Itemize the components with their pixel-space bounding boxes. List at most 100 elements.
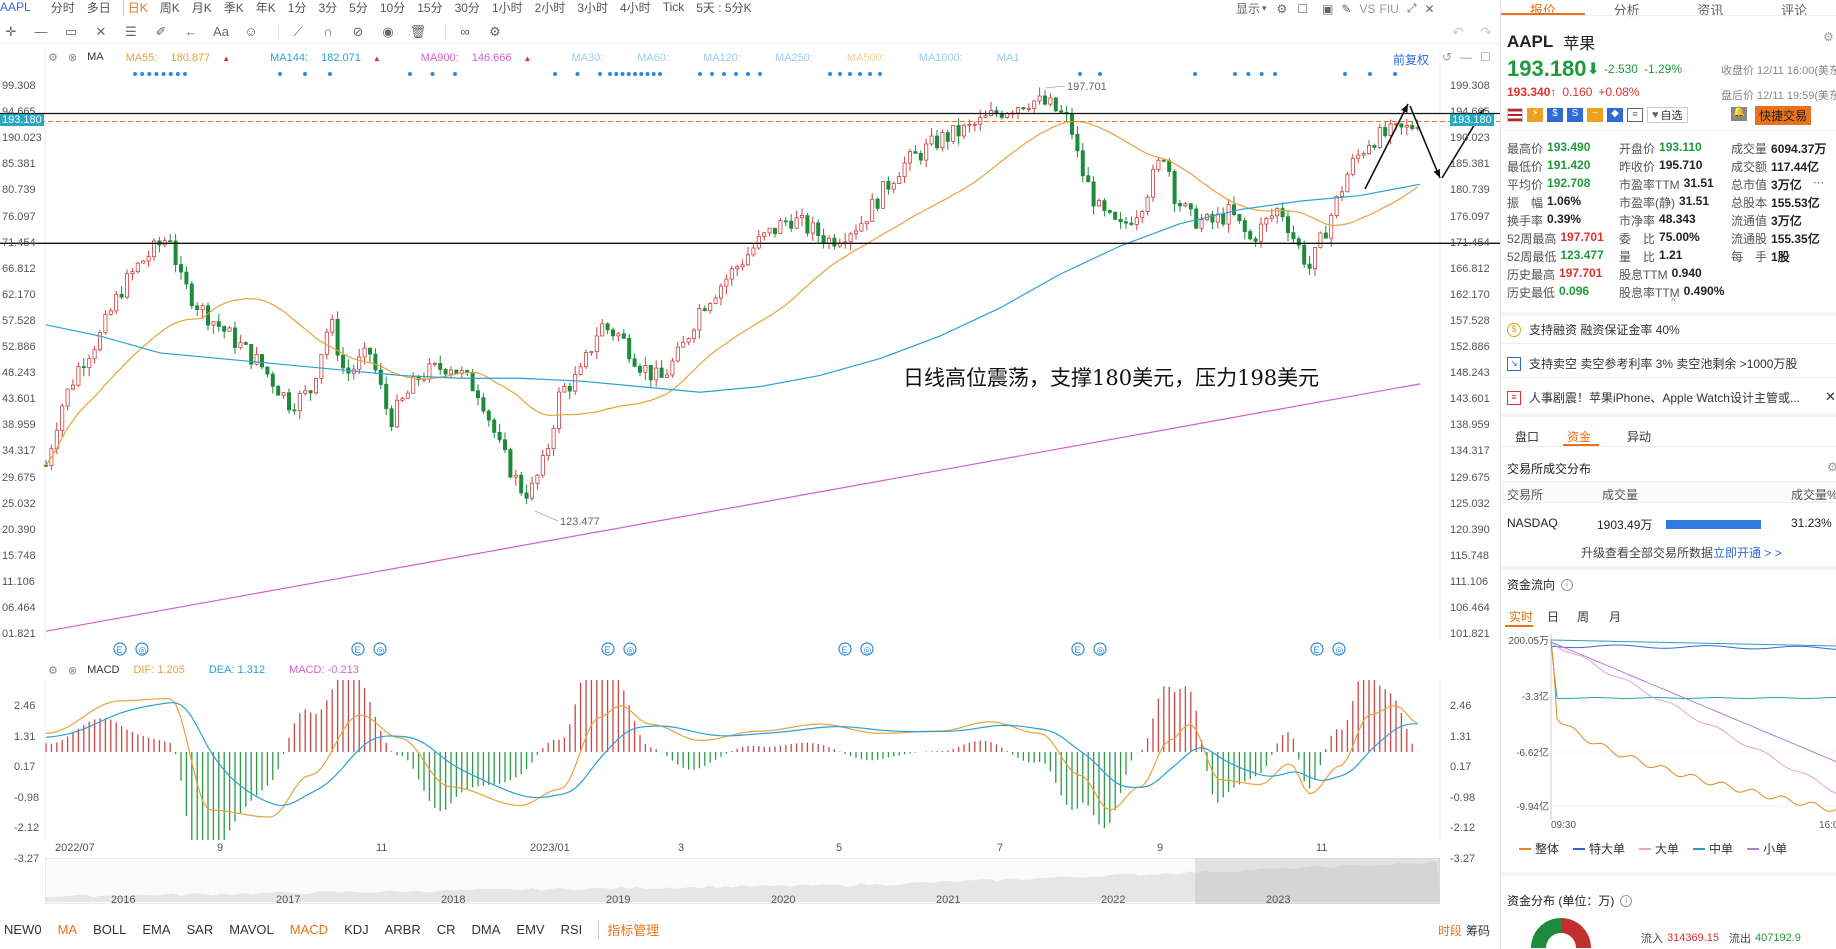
indicator-tab-8[interactable]: ARBR <box>385 922 421 937</box>
event-dot[interactable] <box>848 72 852 76</box>
event-dot[interactable] <box>1193 72 1197 76</box>
earnings-marker-icon[interactable]: ◎ <box>623 642 637 656</box>
fast-trade-button[interactable]: 快捷交易 <box>1755 106 1812 125</box>
tag-icon[interactable]: ◆ <box>1607 108 1623 122</box>
ruler-icon[interactable]: ⟋ <box>287 23 309 41</box>
period-tab-19[interactable]: 5天 : 5分K <box>696 0 751 16</box>
period-tab-8[interactable]: 1分 <box>288 0 307 16</box>
event-dot[interactable] <box>608 72 612 76</box>
news-notice[interactable]: ≡ 人事剧震！苹果iPhone、Apple Watch设计主管或... <box>1507 389 1800 406</box>
layout-icon[interactable]: ☐ <box>1297 2 1308 16</box>
margin-notice[interactable]: $ 支持融资 融资保证金率 40% <box>1507 321 1680 338</box>
info-icon[interactable]: i <box>1620 894 1633 907</box>
chips-tab[interactable]: 筹码 <box>1466 922 1490 939</box>
flow-tab-1[interactable]: 日 <box>1547 608 1559 625</box>
earnings-marker-icon[interactable]: ◎ <box>1093 642 1107 656</box>
collapse-icon[interactable]: ^ <box>1671 297 1676 308</box>
period-tab-5[interactable]: 月K <box>192 0 212 16</box>
indicator-tab-4[interactable]: SAR <box>186 922 213 937</box>
event-dot[interactable] <box>620 72 625 76</box>
doc-icon[interactable]: ≡ <box>1627 108 1643 122</box>
event-dot[interactable] <box>858 72 862 76</box>
event-dot[interactable] <box>154 72 159 76</box>
indicator-tab-12[interactable]: RSI <box>561 922 583 937</box>
fib-tool-icon[interactable]: ☰ <box>120 23 142 41</box>
chart-badge-icon[interactable]: ~ <box>1587 108 1603 122</box>
text-tool-icon[interactable]: Aa <box>210 23 232 41</box>
event-dot[interactable] <box>147 72 152 76</box>
sub-tab-1[interactable]: 资金 <box>1567 428 1591 445</box>
indicator-tab-0[interactable]: NEW0 <box>4 922 42 937</box>
undo-icon[interactable]: ↶ <box>1452 24 1464 41</box>
period-tab-10[interactable]: 5分 <box>349 0 368 16</box>
candlestick-chart[interactable]: 197.701 123.477 E ◎ E ◎ E ◎ E ◎ E ◎ E ◎ <box>0 44 1500 664</box>
short-notice[interactable]: ↘ 支持卖空 卖空参考利率 3% 卖空池剩余 >1000万股 <box>1507 355 1797 372</box>
event-dot[interactable] <box>161 72 166 76</box>
sub-tab-2[interactable]: 异动 <box>1627 428 1651 445</box>
period-tab-2[interactable]: 多日 <box>87 0 111 16</box>
indicator-tab-2[interactable]: BOLL <box>93 922 126 937</box>
link-icon[interactable]: ∞ <box>454 23 476 41</box>
event-dot[interactable] <box>183 72 187 76</box>
period-tab-1[interactable]: 分时 <box>51 0 75 16</box>
indicator-tab-1[interactable]: MA <box>58 922 78 937</box>
period-tab-14[interactable]: 1小时 <box>492 0 523 16</box>
flow-legend-item[interactable]: 大单 <box>1639 840 1679 857</box>
event-dot[interactable] <box>734 72 738 76</box>
indicator-tab-10[interactable]: DMA <box>472 922 501 937</box>
options-icon[interactable]: $ <box>1547 108 1563 122</box>
flow-legend-item[interactable]: 小单 <box>1747 840 1787 857</box>
close-icon[interactable]: ✕ <box>1825 389 1836 405</box>
panel-tab-2[interactable]: 资讯 <box>1669 0 1753 18</box>
event-dot[interactable] <box>1233 72 1237 76</box>
flow-legend-item[interactable]: 中单 <box>1693 840 1733 857</box>
overview-window[interactable] <box>1195 858 1440 904</box>
fullscreen-icon[interactable]: ⤢ <box>1407 1 1417 16</box>
gear-icon[interactable]: ⚙ <box>48 664 58 677</box>
flow-legend-item[interactable]: 特大单 <box>1573 840 1625 857</box>
overview-navigator[interactable] <box>45 858 1440 904</box>
period-tab-0[interactable]: AAPL <box>0 0 31 14</box>
event-dot[interactable] <box>1078 72 1082 76</box>
event-dot[interactable] <box>598 72 602 76</box>
earnings-marker-icon[interactable]: ◎ <box>860 642 874 656</box>
period-tab-16[interactable]: 3小时 <box>577 0 608 16</box>
panel-tab-1[interactable]: 分析 <box>1585 0 1669 18</box>
event-dot[interactable] <box>1259 72 1264 76</box>
earnings-marker-icon[interactable]: E <box>1310 642 1324 656</box>
event-dot[interactable] <box>658 72 662 76</box>
indicator-tab-11[interactable]: EMV <box>516 922 544 937</box>
gear-icon[interactable]: ⚙ <box>1827 460 1836 474</box>
line-tool-icon[interactable]: — <box>30 23 52 41</box>
earnings-marker-icon[interactable]: E <box>601 642 615 656</box>
event-dot[interactable] <box>645 72 650 76</box>
event-dot[interactable] <box>633 72 637 76</box>
event-dot[interactable] <box>868 72 872 76</box>
period-tab-4[interactable]: 周K <box>160 0 180 16</box>
magnet-icon[interactable]: ∩ <box>317 23 339 41</box>
event-dot[interactable] <box>838 72 842 76</box>
period-tab-6[interactable]: 季K <box>224 0 244 16</box>
event-dot[interactable] <box>1368 72 1372 76</box>
period-tab-9[interactable]: 3分 <box>318 0 337 16</box>
flow-tab-3[interactable]: 月 <box>1609 608 1621 625</box>
flow-legend-item[interactable]: 整体 <box>1519 840 1559 857</box>
panel-tab-0[interactable]: 报价 <box>1501 0 1585 18</box>
event-dot[interactable] <box>746 72 750 76</box>
chevron-down-icon[interactable]: ▾ <box>1262 3 1267 14</box>
earnings-marker-icon[interactable]: ◎ <box>373 642 387 656</box>
earnings-marker-icon[interactable]: ◎ <box>135 642 149 656</box>
trash-icon[interactable]: 🗑 <box>407 23 429 41</box>
event-dot[interactable] <box>1098 72 1102 76</box>
sub-tab-0[interactable]: 盘口 <box>1515 428 1539 445</box>
more-icon[interactable]: ⋯ <box>1813 176 1824 189</box>
gear-icon[interactable]: ⚙ <box>1277 2 1288 16</box>
arrow-tool-icon[interactable]: ← <box>180 23 202 41</box>
period-tab-3[interactable]: 日K <box>122 0 148 16</box>
event-dot[interactable] <box>758 72 762 76</box>
indicator-tab-6[interactable]: MACD <box>290 922 328 937</box>
settings-icon[interactable]: ⚙ <box>484 23 506 41</box>
indicator-tab-7[interactable]: KDJ <box>344 922 369 937</box>
eye-icon[interactable]: ◉ <box>377 23 399 41</box>
display-dropdown[interactable]: 显示 <box>1236 0 1260 17</box>
